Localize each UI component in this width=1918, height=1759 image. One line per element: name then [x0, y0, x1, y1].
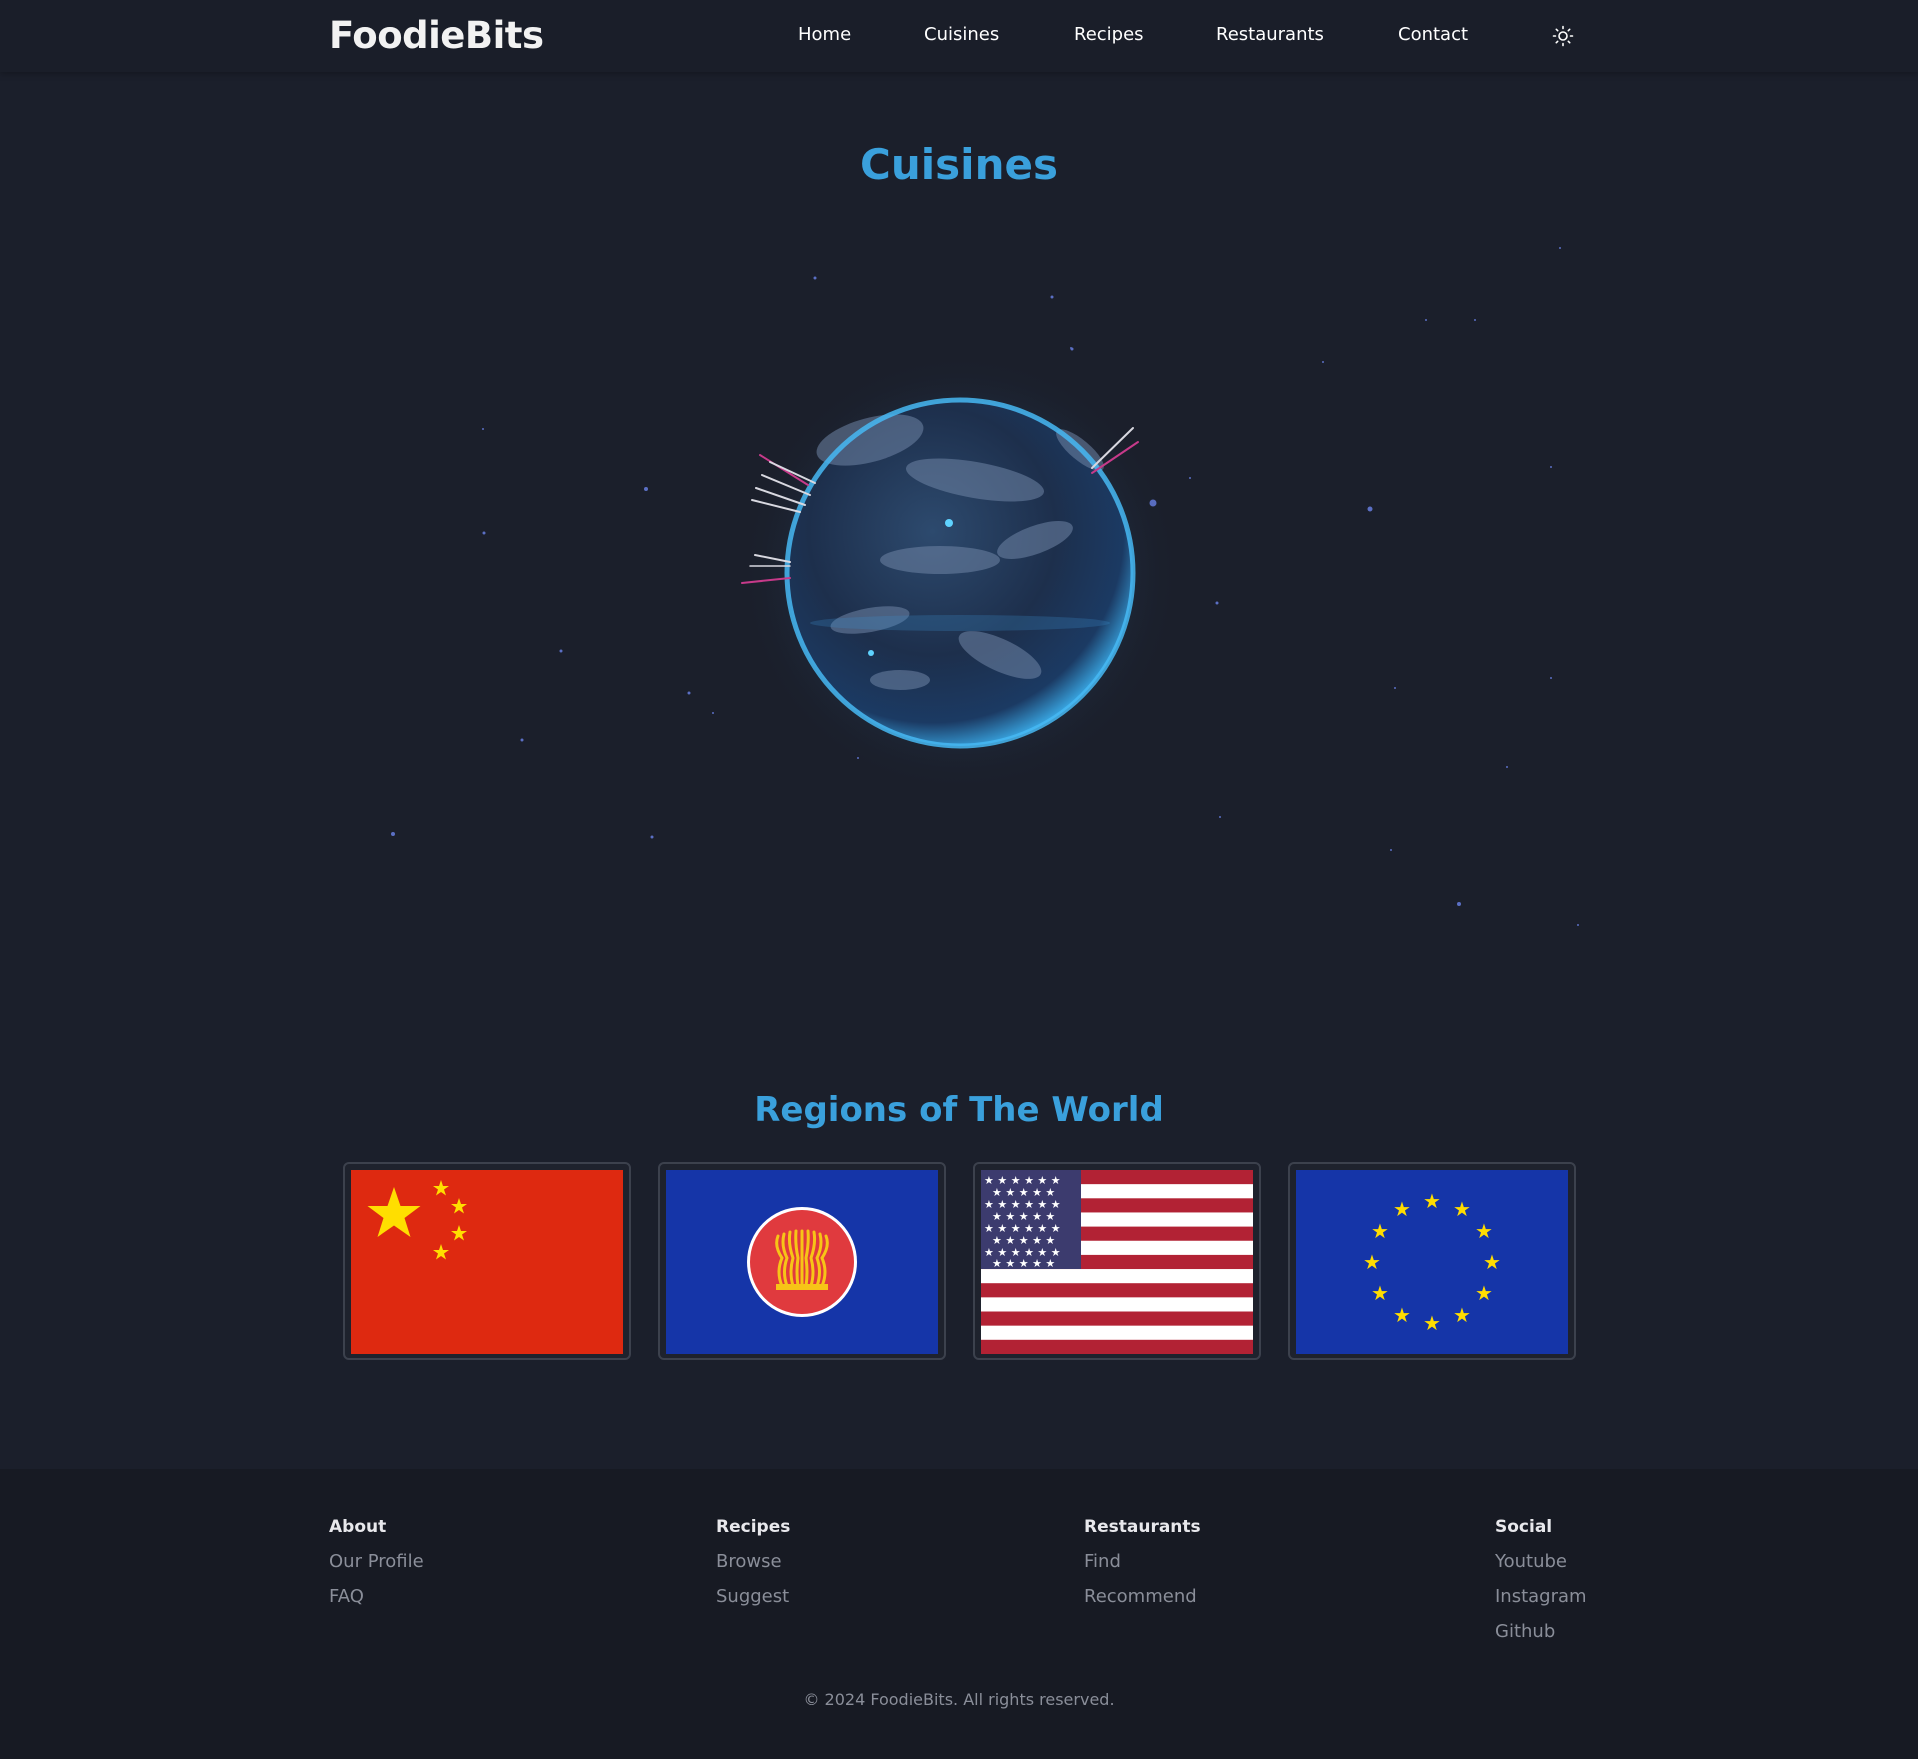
svg-text:★: ★ [1453, 1303, 1471, 1327]
globe-scene[interactable] [0, 200, 1918, 1000]
region-card-china[interactable] [343, 1162, 631, 1360]
footer-link-instagram[interactable]: Instagram [1495, 1586, 1587, 1607]
svg-text:★: ★ [1475, 1281, 1493, 1305]
china-flag-icon [351, 1170, 623, 1354]
footer-link-our-profile[interactable]: Our Profile [329, 1551, 424, 1572]
footer-link-github[interactable]: Github [1495, 1621, 1587, 1642]
svg-text:★: ★ [1483, 1250, 1501, 1274]
region-card-eu[interactable]: ★ ★ ★ ★ ★ ★ ★ ★ ★ ★ ★ ★ [1288, 1162, 1576, 1360]
footer-heading: About [329, 1517, 387, 1537]
usa-flag-icon: ★ ★ ★ ★ ★ ★ ★ ★ ★ ★ ★ ★ ★ ★ ★ ★ ★ ★ ★ ★ … [981, 1170, 1253, 1354]
svg-text:★: ★ [1453, 1197, 1471, 1221]
footer-link-suggest[interactable]: Suggest [716, 1586, 790, 1607]
svg-text:★: ★ [1393, 1197, 1411, 1221]
svg-text:★: ★ [1363, 1250, 1381, 1274]
nav-home[interactable]: Home [798, 24, 851, 45]
region-card-asean[interactable] [658, 1162, 946, 1360]
footer-link-browse[interactable]: Browse [716, 1551, 790, 1572]
asean-flag-icon [666, 1170, 938, 1354]
svg-text:★: ★ [1423, 1189, 1441, 1213]
globe-icon [784, 397, 1136, 749]
footer-link-youtube[interactable]: Youtube [1495, 1551, 1587, 1572]
nav-cuisines[interactable]: Cuisines [924, 24, 999, 45]
footer-col-restaurants: Restaurants Find Recommend [1084, 1517, 1201, 1621]
nav-restaurants[interactable]: Restaurants [1216, 24, 1324, 45]
copyright: © 2024 FoodieBits. All rights reserved. [803, 1690, 1115, 1709]
footer-heading: Recipes [716, 1517, 791, 1537]
footer-heading: Restaurants [1084, 1517, 1201, 1537]
svg-text:★ ★ ★ ★ ★: ★ ★ ★ ★ ★ [992, 1257, 1055, 1270]
sun-icon[interactable] [1551, 24, 1575, 48]
footer-link-faq[interactable]: FAQ [329, 1586, 424, 1607]
regions-title: Regions of The World [754, 1090, 1164, 1130]
main-nav: Home Cuisines Recipes Restaurants Contac… [0, 24, 1918, 52]
svg-text:★: ★ [1371, 1219, 1389, 1243]
footer-link-recommend[interactable]: Recommend [1084, 1586, 1201, 1607]
nav-recipes[interactable]: Recipes [1074, 24, 1144, 45]
eu-flag-icon: ★ ★ ★ ★ ★ ★ ★ ★ ★ ★ ★ ★ [1296, 1170, 1568, 1354]
svg-text:★: ★ [1393, 1303, 1411, 1327]
nav-contact[interactable]: Contact [1398, 24, 1468, 45]
footer-link-find[interactable]: Find [1084, 1551, 1201, 1572]
footer-heading: Social [1495, 1517, 1553, 1537]
footer-col-recipes: Recipes Browse Suggest [716, 1517, 790, 1621]
footer-col-about: About Our Profile FAQ [329, 1517, 424, 1621]
region-card-usa[interactable]: ★ ★ ★ ★ ★ ★ ★ ★ ★ ★ ★ ★ ★ ★ ★ ★ ★ ★ ★ ★ … [973, 1162, 1261, 1360]
svg-text:★: ★ [1371, 1281, 1389, 1305]
site-header: FoodieBits Home Cuisines Recipes Restaur… [0, 0, 1918, 72]
svg-text:★: ★ [1475, 1219, 1493, 1243]
svg-text:★: ★ [1423, 1311, 1441, 1335]
site-footer: About Our Profile FAQ Recipes Browse Sug… [0, 1469, 1918, 1759]
footer-col-social: Social Youtube Instagram Github [1495, 1517, 1587, 1656]
page-title: Cuisines [860, 140, 1058, 189]
